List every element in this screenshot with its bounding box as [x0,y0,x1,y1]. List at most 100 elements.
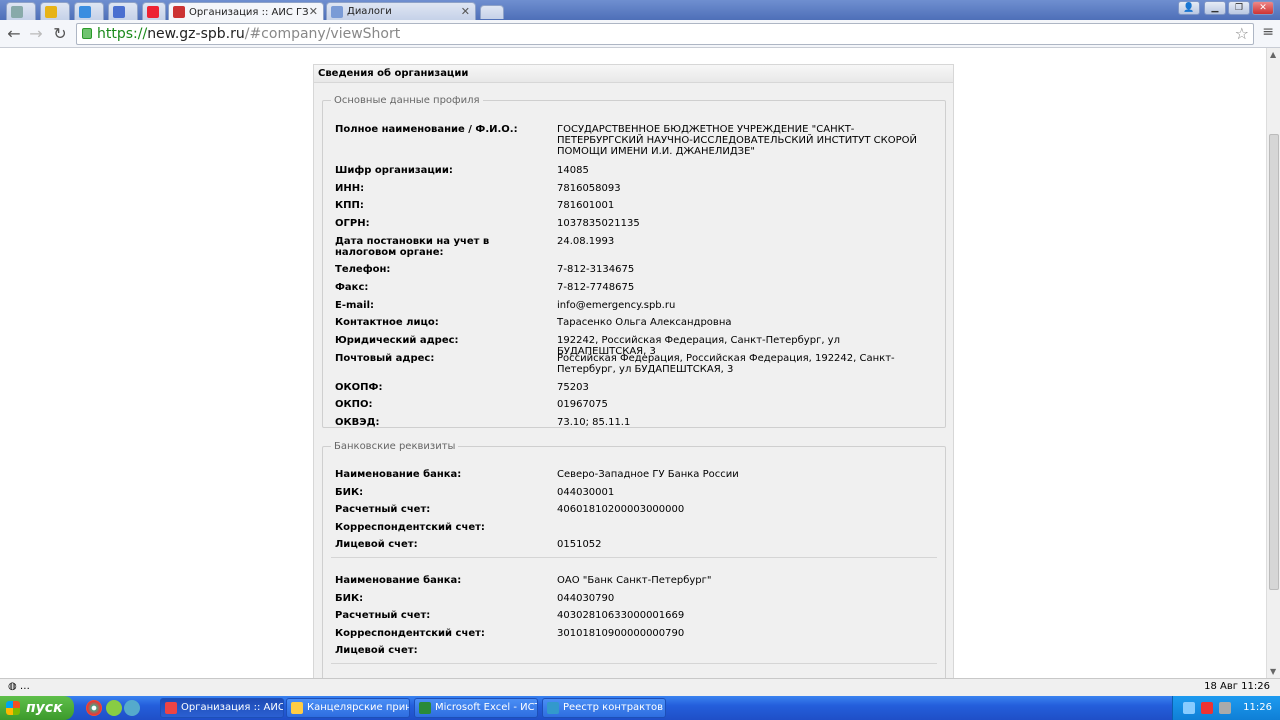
field-label: E-mail: [335,300,375,311]
field-value: Российская Федерация, Российская Федерац… [557,353,895,375]
tab-dialogs[interactable]: Диалоги ✕ [326,2,476,20]
field-value: Северо-Западное ГУ Банка России [557,469,739,480]
field-label: Наименование банка: [335,469,462,480]
star-icon[interactable]: ☆ [1235,24,1249,44]
field-value: 044030001 [557,487,615,498]
field-label: Корреспондентский счет: [335,522,485,533]
field-label: Полное наименование / Ф.И.О.: [335,124,518,135]
excel-icon [419,702,431,714]
clock: 11:26 [1243,702,1272,713]
antivirus-icon[interactable] [1201,702,1213,714]
field-value: Тарасенко Ольга Александровна [557,317,732,328]
close-icon[interactable]: ✕ [309,5,318,18]
tab-organization[interactable]: Организация :: АИС ГЗ ✕ [168,2,324,21]
minimize-icon[interactable]: ▁ [1204,1,1226,15]
pinned-tab[interactable] [74,2,104,20]
pinned-tab[interactable] [40,2,70,20]
network-icon[interactable] [1183,702,1195,714]
field-label: Телефон: [335,264,391,275]
field-value: 30101810900000000790 [557,628,685,639]
vertical-scrollbar[interactable]: ▲ ▼ [1266,48,1280,678]
field-label: КПП: [335,200,364,211]
status-datetime: 18 Авг 11:26 [1204,681,1270,692]
system-tray: 11:26 [1172,696,1280,720]
forward-arrow-icon[interactable]: → [26,24,46,44]
status-indicator: ◍ … [8,681,30,692]
field-label: ОГРН: [335,218,370,229]
taskbar-item-label: Канцелярские прин... [307,702,410,713]
field-value: 73.10; 85.11.1 [557,417,631,428]
field-label: Наименование банка: [335,575,462,586]
field-value: 24.08.1993 [557,236,615,247]
scrollbar-thumb[interactable] [1269,134,1279,590]
user-icon[interactable]: 👤 [1178,1,1200,15]
field-label: Контактное лицо: [335,317,439,328]
field-value: ОАО "Банк Санкт-Петербург" [557,575,712,586]
menu-icon[interactable]: ≡ [1262,24,1274,40]
lock-icon [82,28,92,39]
yandex-icon [147,5,159,18]
field-value: ГОСУДАРСТВЕННОЕ БЮДЖЕТНОЕ УЧРЕЖДЕНИЕ "СА… [557,124,917,157]
ie-icon[interactable] [124,700,140,716]
taskbar-item-label: Microsoft Excel - ИСТ... [435,702,537,713]
taskbar-item-organization[interactable]: Организация :: АИС ... [160,698,284,718]
tab-label: Организация :: АИС ГЗ [189,6,309,18]
close-window-icon[interactable]: ✕ [1252,1,1274,15]
scroll-up-icon[interactable]: ▲ [1270,50,1276,59]
mail-icon [113,5,125,18]
bank-separator [331,663,937,664]
back-arrow-icon[interactable]: ← [4,24,24,44]
folder-icon [291,702,303,714]
field-value: 1037835021135 [557,218,640,229]
field-label: ИНН: [335,183,365,194]
tray-icon[interactable] [1219,702,1231,714]
field-label: Шифр организации: [335,165,453,176]
new-tab-button[interactable] [480,5,504,19]
field-value: 781601001 [557,200,615,211]
field-value: 01967075 [557,399,608,410]
taskbar-item-excel[interactable]: Microsoft Excel - ИСТ... [414,698,538,718]
pinned-tab[interactable] [142,2,166,20]
start-button[interactable]: пуск [0,696,74,720]
field-label: Расчетный счет: [335,504,431,515]
field-value: 14085 [557,165,589,176]
field-value: 0151052 [557,539,602,550]
page-icon [331,5,343,18]
reload-icon[interactable]: ↻ [50,24,70,44]
close-icon[interactable]: ✕ [461,5,470,18]
taskbar-item-folder[interactable]: Канцелярские прин... [286,698,410,718]
field-label: Расчетный счет: [335,610,431,621]
tab-label: Диалоги [347,6,392,17]
field-label: Факс: [335,282,369,293]
field-label: Почтовый адрес: [335,353,435,364]
site-icon [173,6,185,18]
ie-icon [547,702,559,714]
taskbar-item-label: Организация :: АИС ... [181,702,284,713]
start-label: пуск [26,700,63,716]
profile-legend: Основные данные профиля [334,95,480,106]
field-label: Дата постановки на учет в налоговом орга… [335,236,490,258]
bank-separator [331,557,937,558]
field-label: БИК: [335,487,364,498]
taskbar-item-registry[interactable]: Реестр контрактов ... [542,698,666,718]
field-value: 75203 [557,382,589,393]
chrome-icon[interactable] [86,700,102,716]
chrome-icon [165,702,177,714]
field-label: Корреспондентский счет: [335,628,485,639]
profile-fieldset: Основные данные профиля Полное наименова… [322,95,946,428]
app-icon [79,5,91,18]
field-label: Лицевой счет: [335,539,418,550]
pinned-tab[interactable] [108,2,138,20]
pinned-tab[interactable] [6,2,36,20]
bank-legend: Банковские реквизиты [334,441,456,452]
maximize-icon[interactable]: ❐ [1228,1,1250,15]
browser-tab-strip: Организация :: АИС ГЗ ✕ Диалоги ✕ 👤 ▁ ❐ … [0,0,1280,21]
app-icon[interactable] [106,700,122,716]
address-bar[interactable]: https://new.gz-spb.ru/#company/viewShort… [76,23,1254,45]
field-label: ОКОПФ: [335,382,383,393]
page-icon [11,5,23,18]
bank-fieldset: Банковские реквизиты Наименование банка:… [322,441,946,678]
scroll-down-icon[interactable]: ▼ [1270,667,1276,676]
field-value: 7816058093 [557,183,621,194]
app-icon [45,5,57,18]
